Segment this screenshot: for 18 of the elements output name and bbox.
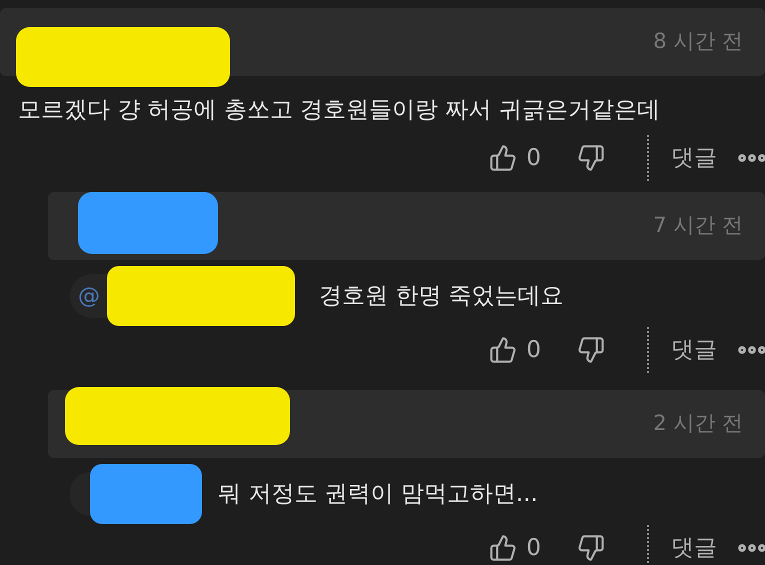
thumbs-down-icon[interactable] xyxy=(577,144,605,172)
timestamp: 8 시간 전 xyxy=(653,28,743,56)
like-count: 0 xyxy=(526,336,541,365)
like-count: 0 xyxy=(526,534,541,563)
thumbs-down-icon[interactable] xyxy=(577,534,605,562)
comment-text: 뭐 저정도 권력이 맘먹고하면... xyxy=(218,480,538,509)
reply-button[interactable]: 댓글 xyxy=(671,530,717,565)
reply-button[interactable]: 댓글 xyxy=(671,140,717,176)
thumbs-up-icon[interactable] xyxy=(489,336,518,364)
comment-text: 모르겠다 걍 허공에 총쏘고 경호원들이랑 짜서 귀긁은거같은데 xyxy=(17,96,661,125)
reply-button[interactable]: 댓글 xyxy=(671,332,717,368)
like-count: 0 xyxy=(526,144,541,173)
timestamp: 2 시간 전 xyxy=(653,410,743,438)
thumbs-up-icon[interactable] xyxy=(489,144,518,172)
thumbs-down-icon[interactable] xyxy=(577,336,605,364)
timestamp: 7 시간 전 xyxy=(653,212,743,240)
thumbs-up-icon[interactable] xyxy=(489,534,518,562)
comment-text: 경호원 한명 죽었는데요 xyxy=(319,282,564,311)
